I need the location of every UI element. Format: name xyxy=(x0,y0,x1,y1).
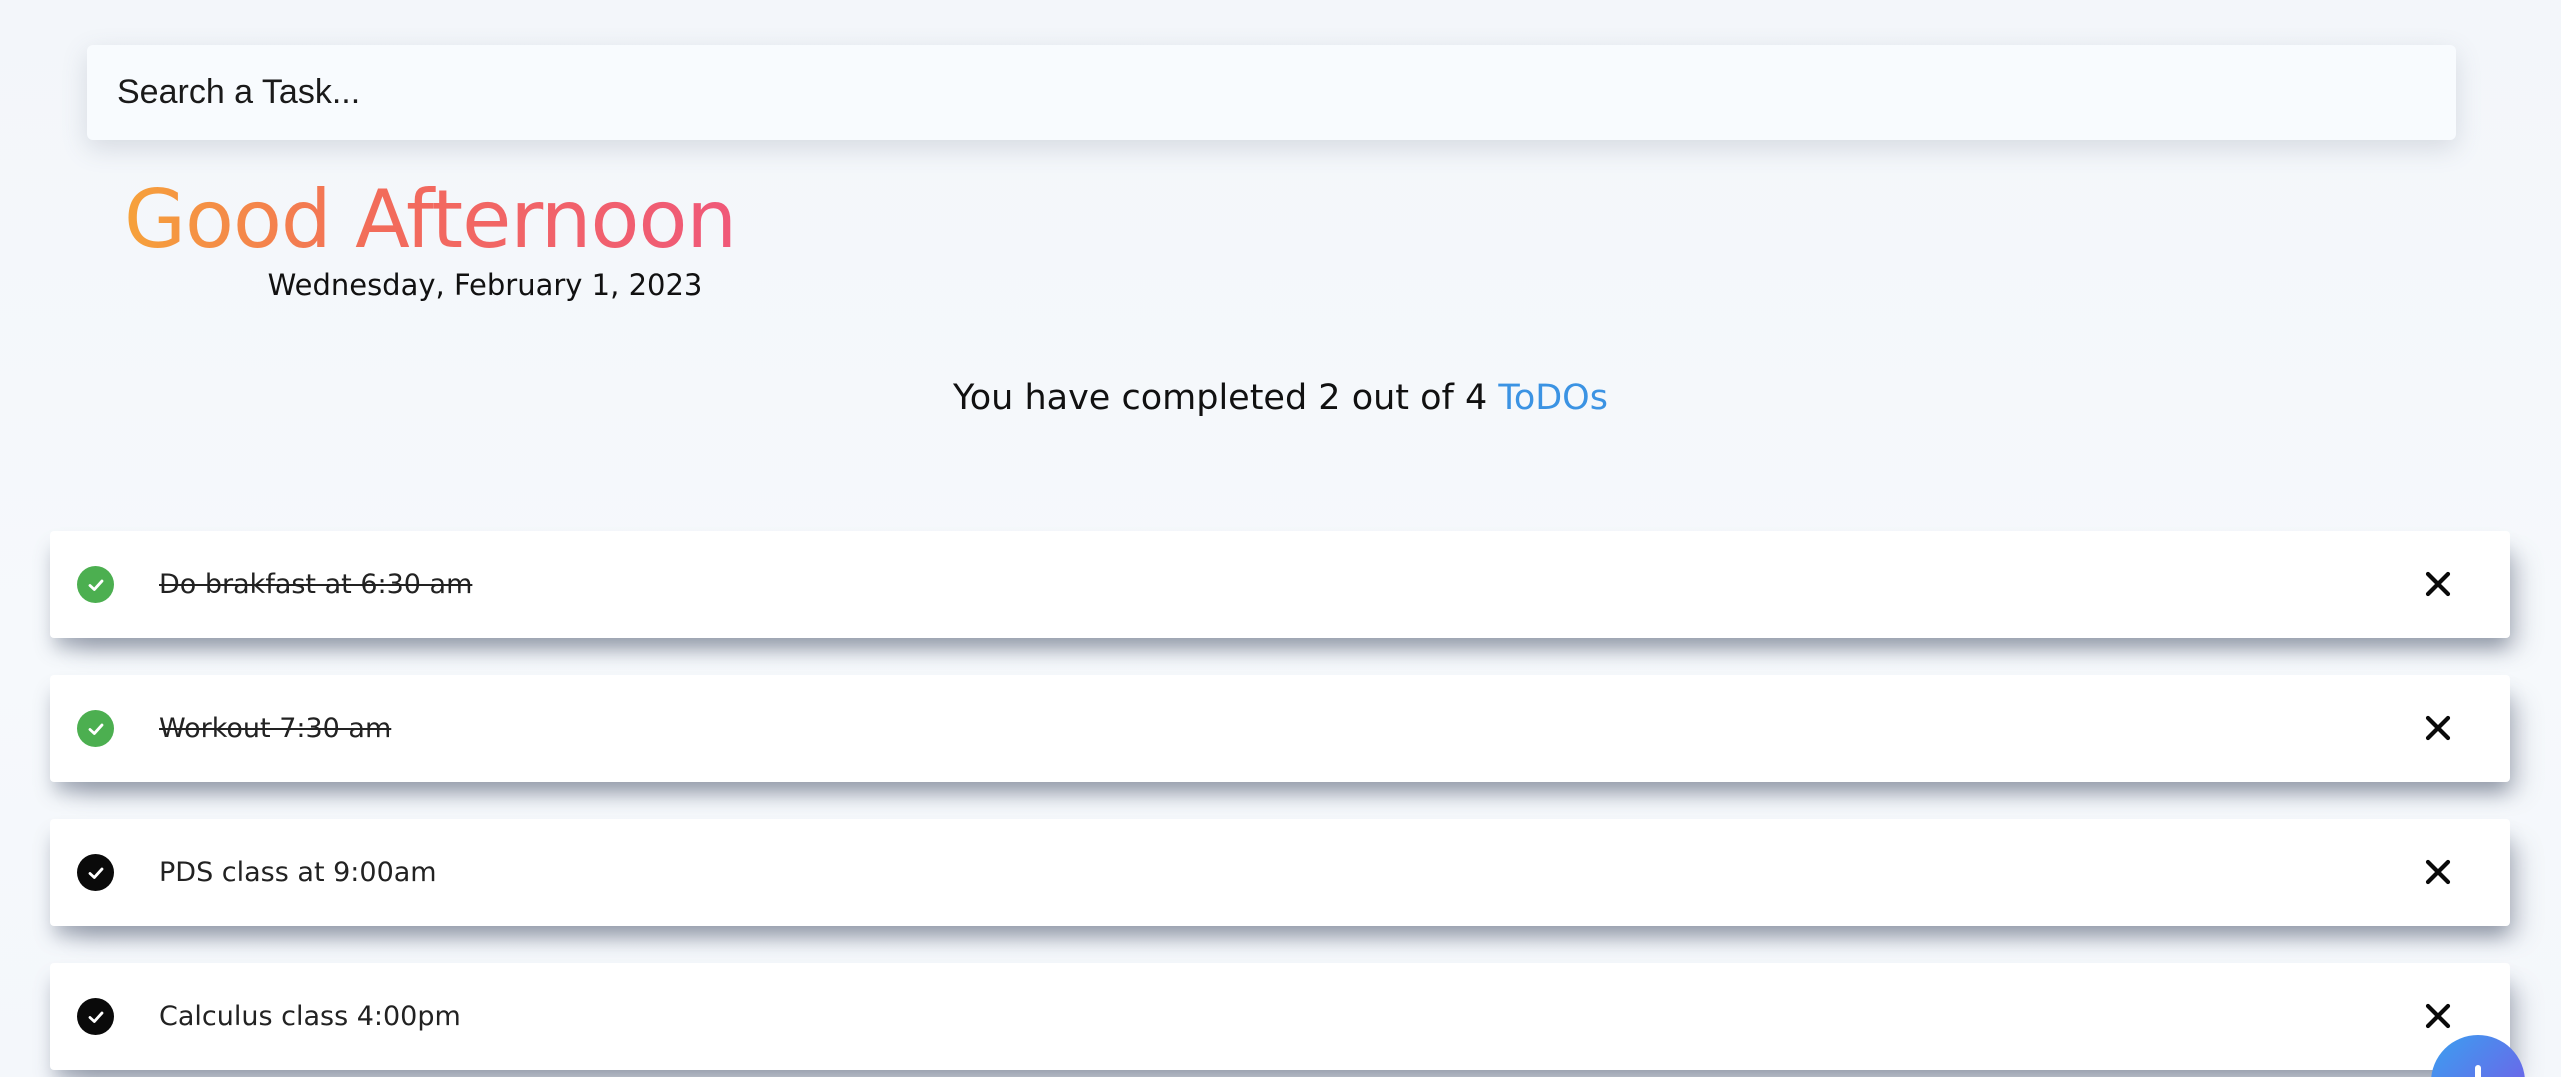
todo-item: Do brakfast at 6:30 am xyxy=(50,531,2510,638)
todo-item: Workout 7:30 am xyxy=(50,675,2510,782)
check-circle-icon[interactable] xyxy=(77,566,114,603)
todo-text: PDS class at 9:00am xyxy=(159,857,437,888)
check-circle-icon[interactable] xyxy=(77,710,114,747)
search-input[interactable] xyxy=(87,45,2456,140)
todo-item: PDS class at 9:00am xyxy=(50,819,2510,926)
todo-list: Do brakfast at 6:30 am Workout 7:30 am P… xyxy=(50,531,2510,1077)
progress-summary: You have completed 2 out of 4 ToDOs xyxy=(0,378,2561,418)
todo-text: Calculus class 4:00pm xyxy=(159,1001,461,1032)
greeting-title: Good Afternoon! xyxy=(124,170,768,270)
close-icon[interactable] xyxy=(2419,853,2457,891)
check-circle-icon[interactable] xyxy=(77,998,114,1035)
close-icon[interactable] xyxy=(2419,997,2457,1035)
check-circle-icon[interactable] xyxy=(77,854,114,891)
progress-accent: ToDOs xyxy=(1498,378,1608,418)
todo-text: Do brakfast at 6:30 am xyxy=(159,569,473,600)
plus-icon xyxy=(2475,1065,2481,1077)
current-date: Wednesday, February 1, 2023 xyxy=(267,268,703,302)
todo-item: Calculus class 4:00pm xyxy=(50,963,2510,1070)
progress-text: You have completed 2 out of 4 xyxy=(953,378,1499,418)
todo-app: Good Afternoon! Wednesday, February 1, 2… xyxy=(0,0,2561,1077)
close-icon[interactable] xyxy=(2419,709,2457,747)
todo-text: Workout 7:30 am xyxy=(159,713,392,744)
search-bar xyxy=(87,45,2456,140)
close-icon[interactable] xyxy=(2419,565,2457,603)
